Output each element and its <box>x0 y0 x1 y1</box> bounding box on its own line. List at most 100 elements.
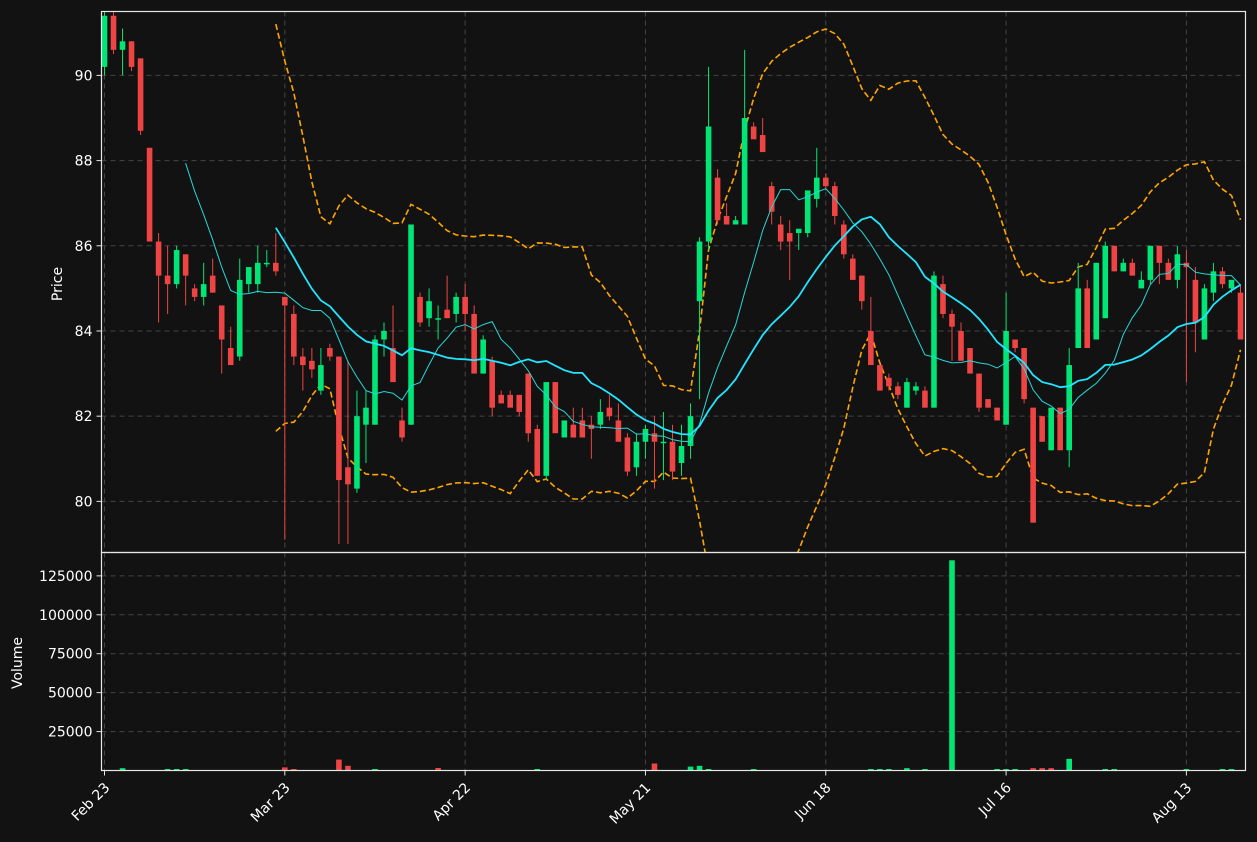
candle-body <box>263 262 270 265</box>
candle-body <box>498 394 504 404</box>
candle-body <box>669 441 676 472</box>
candle-body <box>1012 339 1018 349</box>
date-tick-label: Feb 23 <box>69 780 114 825</box>
candles <box>101 11 1244 544</box>
candle-body <box>705 126 712 242</box>
moving-averages <box>185 163 1241 443</box>
volume-tick-label: 100000 <box>39 608 92 624</box>
candle-body <box>561 420 568 438</box>
candlestick-chart: 80 82 84 86 88 90 25000 50000 75000 100000 125000… <box>10 10 1247 828</box>
volume-tick-label: 125000 <box>39 569 92 585</box>
candle-body <box>282 296 288 306</box>
date-tick-label: May 21 <box>607 780 655 828</box>
candle-body <box>606 407 613 417</box>
price-tick-label: 88 <box>75 154 93 170</box>
candle-body <box>516 394 523 412</box>
volume-bar <box>336 759 342 771</box>
candle-body <box>1066 365 1072 451</box>
candle-body <box>507 394 514 408</box>
volume-bar <box>949 560 955 771</box>
candle-body <box>786 233 793 242</box>
price-tick-label: 80 <box>75 494 93 510</box>
candle-body <box>480 339 486 374</box>
candle-body <box>651 433 658 442</box>
candle-body <box>408 224 414 425</box>
candle-body <box>291 313 297 357</box>
price-tick-label: 86 <box>75 239 93 255</box>
candle-body <box>642 428 649 442</box>
candle-body <box>173 250 180 285</box>
candle-body <box>155 241 162 276</box>
candle-body <box>1174 254 1181 280</box>
candle-body <box>678 446 685 464</box>
candle-body <box>101 15 108 67</box>
candle-body <box>236 279 243 357</box>
candle-body <box>732 220 739 225</box>
candle-body <box>886 377 892 387</box>
candle-body <box>660 441 667 444</box>
candle-body <box>1120 262 1127 272</box>
candle-body <box>759 135 766 153</box>
candle-body <box>1138 279 1145 289</box>
candle-body <box>813 177 820 199</box>
candle-body <box>1075 288 1082 349</box>
candle-body <box>723 215 730 225</box>
candle-body <box>904 382 910 408</box>
candle-body <box>543 382 550 476</box>
candle-body <box>795 228 802 234</box>
candle-body <box>137 58 144 131</box>
candle-body <box>1003 330 1009 425</box>
candle-body <box>1237 292 1244 340</box>
candle-body <box>994 407 1000 421</box>
candle-body <box>1147 245 1154 280</box>
candle-body <box>579 420 586 438</box>
candle-body <box>372 339 378 425</box>
candle-body <box>182 254 189 276</box>
candle-body <box>444 309 450 319</box>
candle-body <box>191 288 198 297</box>
price-tick-label: 82 <box>75 409 93 425</box>
date-tick-labels: Feb 23 Mar 23 Apr 22 May 21 Jun 18 Jul 16 Aug … <box>69 770 1195 828</box>
volume-bar <box>345 765 351 771</box>
candle-body <box>1219 271 1226 285</box>
candle-body <box>254 262 261 285</box>
date-tick-label: Mar 23 <box>248 780 294 826</box>
candle-body <box>1156 245 1163 263</box>
candle-body <box>345 467 351 485</box>
candle-body <box>435 318 441 320</box>
candle-body <box>453 296 459 314</box>
candle-body <box>615 420 622 442</box>
candle-body <box>273 262 279 272</box>
candle-body <box>949 313 955 327</box>
price-tick-label: 84 <box>75 324 93 340</box>
candle-body <box>1048 407 1054 451</box>
candle-body <box>218 305 225 340</box>
price-tick-labels: 80 82 84 86 88 90 <box>75 68 102 510</box>
candle-body <box>471 313 477 374</box>
candle-body <box>868 330 874 366</box>
candle-body <box>895 386 901 395</box>
date-tick-label: Apr 22 <box>430 780 474 824</box>
candle-body <box>336 356 342 481</box>
candle-body <box>534 428 541 476</box>
candle-body <box>822 177 829 187</box>
candle-body <box>309 360 315 370</box>
candle-body <box>164 275 171 285</box>
candle-body <box>300 356 306 366</box>
candle-body <box>633 441 640 468</box>
volume-tick-label: 75000 <box>48 647 93 663</box>
candle-body <box>200 284 207 297</box>
candle-body <box>976 373 982 408</box>
candle-body <box>1228 279 1235 289</box>
candle-body <box>958 330 964 361</box>
candle-body <box>489 360 495 408</box>
candle-body <box>525 373 532 434</box>
candle-body <box>1030 407 1036 523</box>
volume-tick-label: 25000 <box>48 725 93 741</box>
candle-body <box>1093 262 1100 340</box>
candle-body <box>426 301 432 319</box>
candle-body <box>381 330 387 340</box>
candle-body <box>462 296 468 314</box>
date-tick-label: Aug 13 <box>1149 780 1195 826</box>
candle-body <box>327 348 333 357</box>
